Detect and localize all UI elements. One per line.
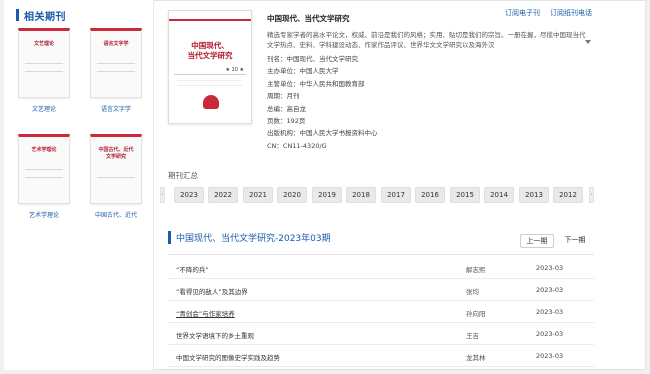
cover-line bbox=[97, 71, 135, 72]
article-date: 2023-03 bbox=[536, 308, 564, 316]
cover-title: 文艺理论 bbox=[33, 41, 54, 47]
article-row: “青创会”与作家培养 孙向阳 2023-03 bbox=[168, 301, 594, 323]
article-title-link[interactable]: 中国文学研究的图像史学实践及趋势 bbox=[176, 352, 280, 362]
related-journal-item[interactable]: 艺术学理论 艺术学理论 bbox=[14, 134, 74, 219]
article-row: 中国文学研究的图像史学实践及趋势 龙其林 2023-03 bbox=[168, 345, 594, 367]
cover-band bbox=[169, 19, 251, 21]
meta-sponsor: 主办单位：中国人民大学 bbox=[267, 67, 339, 76]
cover-line bbox=[25, 63, 63, 64]
year-selector: ‹ 2023 2022 2021 2020 2019 2018 2017 201… bbox=[160, 187, 594, 203]
journal-caption[interactable]: 文艺理论 bbox=[14, 104, 74, 113]
article-title-link[interactable]: 世界文学语境下的乡土重观 bbox=[176, 330, 254, 340]
article-author: 王吉 bbox=[466, 332, 479, 340]
meta-editor: 总编：高自龙 bbox=[267, 104, 306, 113]
meta-cycle: 周期：月刊 bbox=[267, 92, 300, 101]
journal-caption[interactable]: 艺术学理论 bbox=[14, 210, 74, 219]
next-issue-button[interactable]: 下一期 bbox=[558, 234, 592, 248]
issue-heading: 中国现代、当代文学研究-2023年03期 bbox=[168, 231, 331, 244]
year-scroll-right-icon[interactable]: › bbox=[589, 187, 594, 203]
publisher-emblem-icon bbox=[203, 95, 219, 109]
cover-toc-line bbox=[177, 85, 243, 86]
article-author: 龙其林 bbox=[466, 354, 486, 362]
year-tab-2015[interactable]: 2015 bbox=[450, 187, 480, 203]
heading-accent-bar bbox=[16, 9, 19, 21]
article-title-link[interactable]: “看得见的敌人”及其边界 bbox=[176, 286, 248, 296]
journal-meta: 刊名：中国现代、当代文学研究 主办单位：中国人民大学 主管单位：中华人民共和国教… bbox=[267, 53, 378, 152]
journal-cover-thumbnail[interactable]: 语言文字学 bbox=[90, 28, 142, 98]
journal-cover-image: 中国现代、 当代文学研究 ★ 10 ★ bbox=[168, 10, 252, 124]
journal-caption[interactable]: 中国古代、近代 bbox=[86, 210, 146, 219]
meta-title: 刊名：中国现代、当代文学研究 bbox=[267, 55, 358, 63]
cover-title: 中国现代、 当代文学研究 bbox=[187, 41, 233, 60]
related-journals-sidebar: 相关期刊 文艺理论 文艺理论 语言文字学 语言文字学 艺术学理论 艺术学理论 中… bbox=[4, 0, 154, 370]
year-tab-2021[interactable]: 2021 bbox=[243, 187, 273, 203]
year-tab-2016[interactable]: 2016 bbox=[415, 187, 445, 203]
year-tab-2012[interactable]: 2012 bbox=[553, 187, 583, 203]
subscribe-ejournal-link[interactable]: 订阅电子刊 bbox=[505, 8, 540, 18]
year-tab-2014[interactable]: 2014 bbox=[484, 187, 514, 203]
cover-line bbox=[97, 63, 135, 64]
year-tab-2023[interactable]: 2023 bbox=[174, 187, 204, 203]
year-tab-2017[interactable]: 2017 bbox=[381, 187, 411, 203]
article-title-link[interactable]: “不降的兵” bbox=[176, 264, 209, 274]
journal-cover-thumbnail[interactable]: 文艺理论 bbox=[18, 28, 70, 98]
article-date: 2023-03 bbox=[536, 264, 564, 272]
cover-title: 中国古代、近代文学研究 bbox=[98, 147, 134, 160]
cover-divider bbox=[174, 74, 246, 75]
expand-description-chevron-icon[interactable] bbox=[585, 40, 591, 44]
meta-publisher: 出版机构：中国人民大学书报资料中心 bbox=[267, 129, 378, 138]
period-summary-title: 期刊汇总 bbox=[168, 171, 198, 180]
year-tab-2022[interactable]: 2022 bbox=[208, 187, 238, 203]
cover-issue-number: ★ 10 ★ bbox=[225, 67, 244, 73]
issue-title: 中国现代、当代文学研究-2023年03期 bbox=[176, 234, 331, 244]
article-date: 2023-03 bbox=[536, 330, 564, 338]
related-journal-item[interactable]: 语言文字学 语言文字学 bbox=[86, 28, 146, 113]
cover-line bbox=[25, 71, 63, 72]
article-author: 张均 bbox=[466, 288, 479, 296]
year-tab-2018[interactable]: 2018 bbox=[346, 187, 376, 203]
related-journal-item[interactable]: 文艺理论 文艺理论 bbox=[14, 28, 74, 113]
article-row: “不降的兵” 解志熙 2023-03 bbox=[168, 257, 594, 279]
heading-accent-bar bbox=[168, 231, 171, 244]
year-scroll-left-icon[interactable]: ‹ bbox=[160, 187, 165, 203]
related-journal-item[interactable]: 中国古代、近代文学研究 中国古代、近代 bbox=[86, 134, 146, 219]
sidebar-title: 相关期刊 bbox=[24, 11, 66, 23]
cover-line bbox=[25, 169, 63, 170]
journal-cover-thumbnail[interactable]: 艺术学理论 bbox=[18, 134, 70, 204]
cover-title: 艺术学理论 bbox=[31, 147, 57, 153]
article-author: 解志熙 bbox=[466, 266, 486, 274]
subscription-links: 订阅电子刊 订阅纸刊电话 bbox=[505, 8, 592, 18]
year-tab-2013[interactable]: 2013 bbox=[519, 187, 549, 203]
journal-caption[interactable]: 语言文字学 bbox=[86, 104, 146, 113]
cover-title: 语言文字学 bbox=[103, 41, 129, 47]
article-row: 世界文学语境下的乡土重观 王吉 2023-03 bbox=[168, 323, 594, 345]
subscribe-paper-phone-link[interactable]: 订阅纸刊电话 bbox=[550, 8, 592, 18]
article-row: “看得见的敌人”及其边界 张均 2023-03 bbox=[168, 279, 594, 301]
journal-cover-thumbnail[interactable]: 中国古代、近代文学研究 bbox=[90, 134, 142, 204]
article-date: 2023-03 bbox=[536, 352, 564, 360]
divider bbox=[168, 254, 594, 255]
journal-title: 中国现代、当代文学研究 bbox=[267, 14, 350, 23]
article-title-link[interactable]: “青创会”与作家培养 bbox=[176, 308, 235, 318]
cover-line bbox=[97, 177, 135, 178]
year-tab-2019[interactable]: 2019 bbox=[312, 187, 342, 203]
article-author: 孙向阳 bbox=[466, 310, 486, 318]
sidebar-heading: 相关期刊 bbox=[16, 8, 66, 23]
cover-line bbox=[25, 177, 63, 178]
meta-cn: CN：CN11-4320/G bbox=[267, 141, 327, 150]
journal-description: 精选专家学者的高水平论文，权威、前沿是我们的风格；实用、贴切是我们的宗旨。一册在… bbox=[267, 31, 586, 49]
cover-toc-line bbox=[177, 80, 243, 81]
meta-supervisor: 主管单位：中华人民共和国教育部 bbox=[267, 79, 365, 88]
article-date: 2023-03 bbox=[536, 286, 564, 294]
year-tab-2020[interactable]: 2020 bbox=[277, 187, 307, 203]
meta-pages: 页数：192页 bbox=[267, 117, 306, 126]
previous-issue-button[interactable]: 上一期 bbox=[520, 234, 554, 248]
